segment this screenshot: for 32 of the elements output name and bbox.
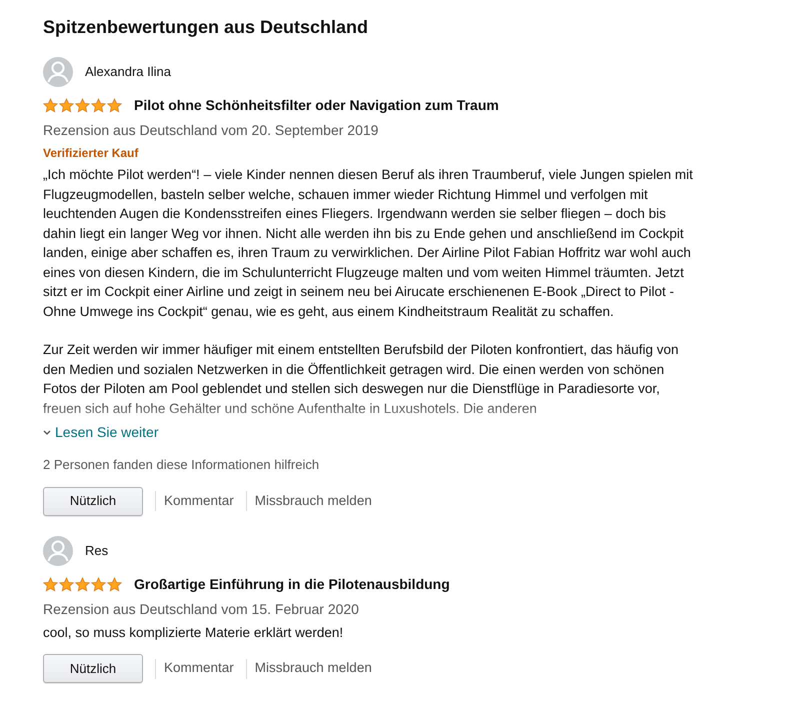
avatar-icon (43, 536, 73, 566)
helpful-count: 2 Personen fanden diese Informationen hilfreich (43, 456, 320, 474)
star-icon (59, 576, 74, 592)
verified-purchase-label: Verifizierter Kauf (43, 145, 138, 162)
section-heading: Spitzenbewertungen aus Deutschland (43, 16, 370, 39)
star-icon (43, 98, 58, 113)
star-icon (43, 576, 58, 592)
star-icon (107, 576, 122, 592)
review-title[interactable]: Pilot ohne Schönheitsfilter oder Navigation zum Traum (134, 95, 499, 116)
star-icon (107, 98, 122, 113)
star-icon (75, 98, 90, 113)
star-icon (59, 98, 74, 113)
reviewer-name[interactable]: Alexandra Ilina (85, 62, 171, 82)
review-text: Zur Zeit werden wir immer häufiger mit einem entstellten Berufsbild der Piloten konfrontiert, das häufig von den Medien und sozialen Netzwerken in die Öffentlichkeit getragen wird. Die einen werden von schönen Fotos der Piloten am Pool geblendet und stellen sich deswegen nur die Dienstflüge in Paradiesorte vor, freuen sich auf hohe Gehälter und schöne Aufenthalte in Luxushotels. Die anderen (43, 341, 680, 418)
chevron-down-icon (43, 430, 51, 436)
helpful-button[interactable]: Nützlich (43, 486, 143, 516)
helpful-button[interactable]: Nützlich (43, 654, 143, 683)
reviewer-name[interactable]: Res (85, 540, 108, 560)
report-abuse-link[interactable]: Missbrauch melden (254, 658, 372, 679)
review-title[interactable]: Großartige Einführung in die Pilotenausbildung (134, 574, 450, 594)
star-icon (91, 576, 106, 592)
review-text: „Ich möchte Pilot werden“! – viele Kinder nennen diesen Beruf als ihren Traumberuf, viele Jungen spielen mit Flugzeugmodellen, basteln selber welche, schauen immer wieder Richtung Himmel und verfolgen mit leuchtenden Augen die Kondensstreifen eines Fliegers. Irgendwann werden sie selber fliegen – doch bis dahin liegt ein langer Weg vor ihnen. Nicht alle werden ihn bis zu Ende gehen und anschließend im Cockpit landen, einige aber schaffen es, ihren Traum zu verwirklichen. Der Airline Pilot Fabian Hoffritz war wohl auch eines von diesen Kindern, die im Schulunterricht Flugzeuge malten und vom weiten Himmel träumten. Jetzt sitzt er im Cockpit einer Airline und zeigt in seinem neu bei Airucate erschienenen E-Book „Direct to Pilot - Ohne Umwege ins Cockpit“ genau, wie es geht, aus einem Kindheitstraum Realität zu schaffen. (43, 166, 694, 321)
review-text: cool, so muss komplizierte Materie erklärt werden! (43, 624, 344, 642)
comment-link[interactable]: Kommentar (164, 658, 234, 679)
avatar-icon (43, 57, 73, 87)
review-date: Rezension aus Deutschland vom 20. September 2019 (43, 121, 380, 140)
comment-link[interactable]: Kommentar (164, 490, 234, 512)
star-icon (75, 576, 90, 592)
review-date: Rezension aus Deutschland vom 15. Februar 2020 (43, 600, 360, 618)
read-more-link[interactable]: Lesen Sie weiter (43, 422, 812, 443)
star-icon (91, 98, 106, 113)
report-abuse-link[interactable]: Missbrauch melden (254, 490, 372, 512)
